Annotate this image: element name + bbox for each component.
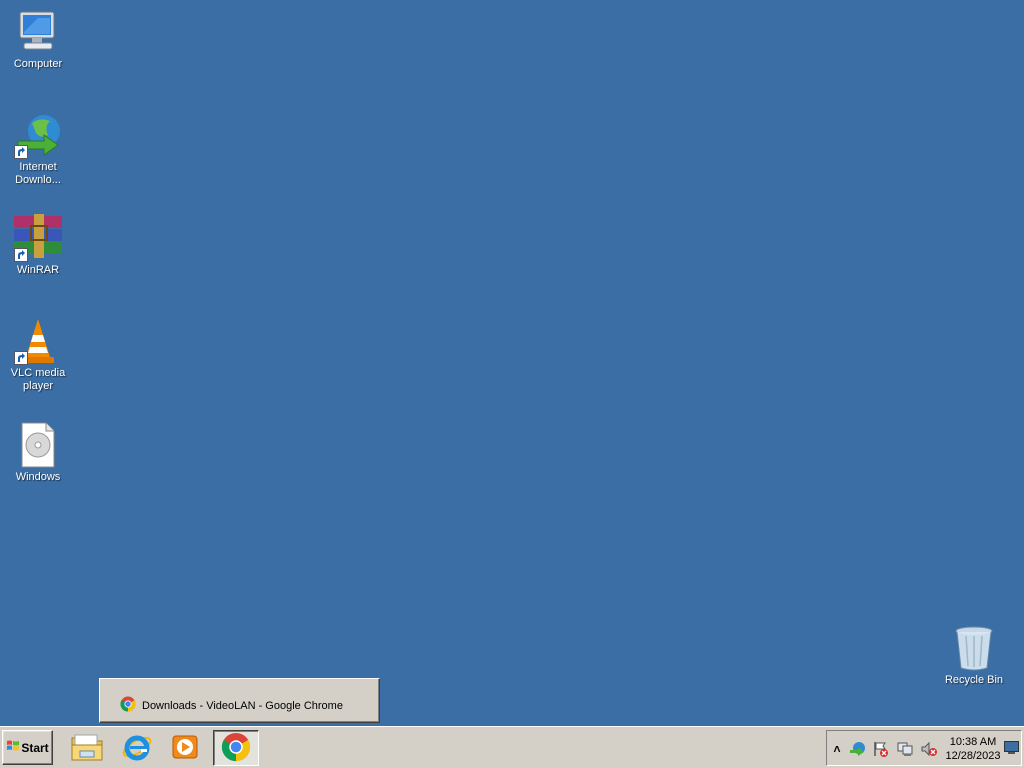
taskbar-explorer-button[interactable] [64, 730, 110, 766]
disc-image-file-icon [14, 421, 62, 469]
taskbar-clock[interactable]: 10:38 AM 12/28/2023 [945, 735, 1001, 763]
taskbar-media-player-button[interactable] [162, 730, 208, 766]
volume-muted-icon[interactable] [920, 740, 938, 758]
chrome-icon [221, 732, 251, 765]
recycle-bin-icon [950, 624, 998, 672]
desktop-icon-windows-iso[interactable]: Windows [3, 421, 73, 484]
chevron-up-icon: ˄ [833, 742, 841, 756]
internet-download-manager-icon [14, 111, 62, 159]
start-button[interactable]: Start [2, 730, 53, 765]
desktop-icon-internet-download-manager[interactable]: Internet Downlo... [3, 111, 73, 187]
ie-icon [121, 731, 153, 766]
desktop-icon-label: VLC media player [10, 367, 66, 392]
chrome-icon [120, 696, 136, 715]
folder-icon [70, 732, 104, 765]
desktop-icon-label: Internet Downlo... [15, 161, 61, 186]
desktop-icon-computer[interactable]: Computer [3, 8, 73, 71]
show-desktop-icon [1004, 741, 1019, 757]
desktop-icon-recycle-bin[interactable]: Recycle Bin [939, 624, 1009, 687]
shortcut-arrow-icon [14, 145, 28, 159]
show-hidden-icons-button[interactable]: ˄ [828, 740, 846, 758]
thumbnail-title: Downloads - VideoLAN - Google Chrome [142, 699, 343, 712]
taskbar: Start ˄ 10:38 AM 12/28/2023 [0, 726, 1024, 768]
desktop-icon-label: Windows [15, 471, 61, 483]
computer-icon [14, 8, 62, 56]
taskbar-ie-button[interactable] [114, 730, 160, 766]
taskbar-window-thumbnail[interactable]: Downloads - VideoLAN - Google Chrome [99, 678, 380, 723]
network-icon[interactable] [896, 740, 914, 758]
idm-tray-icon[interactable] [848, 740, 866, 758]
shortcut-arrow-icon [14, 351, 28, 365]
desktop-icon-label: Recycle Bin [944, 674, 1004, 686]
desktop-icon-winrar[interactable]: WinRAR [3, 214, 73, 277]
desktop-icon-label: Computer [13, 58, 63, 70]
media-player-icon [171, 733, 199, 764]
winrar-icon [14, 214, 62, 262]
system-tray: ˄ 10:38 AM 12/28/2023 [826, 730, 1022, 766]
desktop-icon-label: WinRAR [16, 264, 60, 276]
clock-time: 10:38 AM [949, 736, 997, 748]
show-desktop-button[interactable] [1004, 741, 1019, 757]
start-label: Start [21, 740, 49, 755]
vlc-cone-icon [14, 317, 62, 365]
taskbar-chrome-button[interactable] [213, 730, 259, 766]
clock-date: 12/28/2023 [945, 750, 1001, 762]
desktop-icon-vlc[interactable]: VLC media player [3, 317, 73, 393]
shortcut-arrow-icon [14, 248, 28, 262]
windows-logo-icon [6, 739, 20, 756]
action-center-flag-icon[interactable] [872, 740, 890, 758]
